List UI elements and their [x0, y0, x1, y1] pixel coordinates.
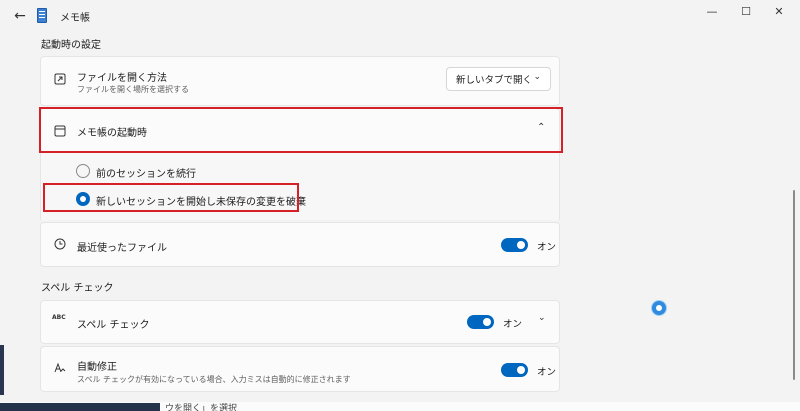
- open-file-icon: [54, 73, 66, 85]
- open-file-method-dropdown[interactable]: 新しいタブで開く ⌄: [446, 67, 551, 91]
- spell-check-icon: ABC: [52, 314, 66, 321]
- open-file-method-subtitle: ファイルを開く場所を選択する: [77, 85, 189, 94]
- autocorrect-toggle[interactable]: [501, 363, 528, 377]
- chevron-down-icon: ⌄: [533, 72, 541, 82]
- recent-files-toggle-label: オン: [537, 242, 557, 253]
- autocorrect-toggle-label: オン: [537, 367, 557, 378]
- notepad-startup-expander[interactable]: メモ帳の起動時 ⌃: [40, 108, 560, 153]
- notepad-settings-window: ← メモ帳 — ☐ ✕ 起動時の設定 ファイルを開く方法 ファイルを開く場所を選…: [0, 0, 800, 411]
- background-taskbar-peek: [0, 403, 160, 411]
- recent-files-title: 最近使ったファイル: [77, 243, 167, 254]
- background-peek-text: ウを開く」を選択: [165, 404, 238, 411]
- background-edge-peek: [0, 345, 4, 395]
- radio-new-session[interactable]: [76, 192, 90, 206]
- window-icon: [54, 125, 66, 137]
- chevron-up-icon[interactable]: ⌃: [537, 122, 545, 133]
- open-file-method-title: ファイルを開く方法: [77, 73, 167, 84]
- recent-files-card: 最近使ったファイル オン: [40, 222, 560, 267]
- notepad-startup-options: 前のセッションを続行 新しいセッションを開始し未保存の変更を破棄: [40, 153, 560, 220]
- recent-files-toggle[interactable]: [501, 238, 528, 252]
- notepad-app-icon: [37, 8, 47, 23]
- spell-check-title: スペル チェック: [77, 320, 150, 331]
- spell-section-heading: スペル チェック: [41, 283, 114, 294]
- minimize-button[interactable]: —: [697, 0, 727, 22]
- notepad-startup-title: メモ帳の起動時: [77, 128, 147, 139]
- clock-icon: [54, 238, 66, 250]
- startup-section-heading: 起動時の設定: [41, 40, 101, 51]
- spell-check-toggle-label: オン: [503, 319, 523, 330]
- close-button[interactable]: ✕: [764, 0, 794, 22]
- vertical-scrollbar[interactable]: [793, 190, 795, 380]
- chevron-down-icon[interactable]: ⌄: [538, 313, 546, 323]
- settings-scroll-area[interactable]: 起動時の設定 ファイルを開く方法 ファイルを開く場所を選択する 新しいタブで開く…: [0, 32, 800, 411]
- radio-continue-session[interactable]: [76, 164, 90, 178]
- loading-spinner-icon: [652, 301, 666, 315]
- back-arrow-icon[interactable]: ←: [8, 4, 32, 28]
- maximize-button[interactable]: ☐: [731, 0, 761, 22]
- autocorrect-title: 自動修正: [77, 362, 117, 373]
- dropdown-value: 新しいタブで開く: [456, 75, 533, 86]
- autocorrect-icon: [54, 362, 66, 374]
- autocorrect-card: 自動修正 スペル チェックが有効になっている場合、入力ミスは自動的に修正されます…: [40, 346, 560, 392]
- spell-check-toggle[interactable]: [467, 315, 494, 329]
- titlebar: ← メモ帳 — ☐ ✕: [0, 0, 800, 32]
- autocorrect-subtitle: スペル チェックが有効になっている場合、入力ミスは自動的に修正されます: [77, 375, 351, 384]
- radio-new-session-label[interactable]: 新しいセッションを開始し未保存の変更を破棄: [96, 193, 306, 208]
- spell-check-card: ABC スペル チェック オン ⌄: [40, 300, 560, 344]
- app-title: メモ帳: [60, 13, 90, 24]
- radio-continue-session-label[interactable]: 前のセッションを続行: [96, 165, 196, 180]
